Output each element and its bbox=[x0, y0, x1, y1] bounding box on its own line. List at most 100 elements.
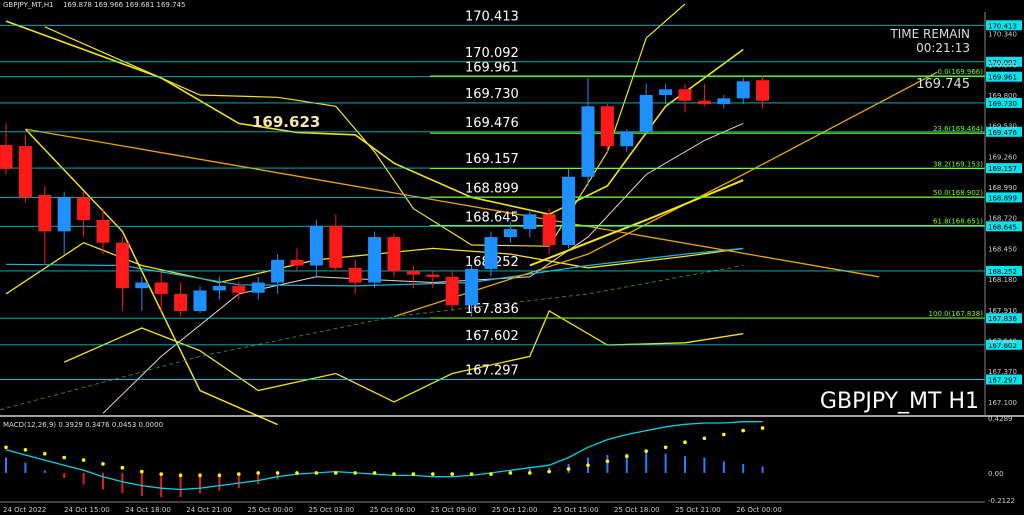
price-level-label: 170.413 bbox=[465, 9, 519, 24]
macd-tick-label: -0.2122 bbox=[988, 497, 1015, 505]
candle-body[interactable] bbox=[348, 267, 362, 283]
current-price-label: 169.745 bbox=[916, 77, 970, 92]
price-tick-label: 167.100 bbox=[988, 399, 1017, 407]
candle-body[interactable] bbox=[193, 290, 207, 312]
candle-body[interactable] bbox=[581, 106, 595, 177]
candle-body[interactable] bbox=[368, 237, 382, 283]
symbol-watermark: GBPJPY_MT H1 bbox=[820, 389, 979, 414]
price-tick-label: 169.530 bbox=[988, 123, 1017, 131]
macd-signal-dot bbox=[23, 448, 28, 452]
candle-body[interactable] bbox=[717, 98, 731, 105]
macd-signal-dot bbox=[198, 473, 202, 478]
macd-signal-dot bbox=[275, 471, 280, 475]
time-tick-label: 25 Oct 09:00 bbox=[431, 506, 477, 514]
time-tick-label: 24 Oct 21:00 bbox=[186, 506, 232, 514]
candle-body[interactable] bbox=[465, 268, 479, 306]
candle-body[interactable] bbox=[77, 197, 91, 220]
time-tick-label: 24 Oct 18:00 bbox=[125, 506, 171, 514]
candle-body[interactable] bbox=[115, 242, 129, 289]
macd-signal-dot bbox=[625, 454, 629, 459]
time-tick-label: 25 Oct 15:00 bbox=[553, 506, 599, 514]
candle-body[interactable] bbox=[697, 100, 711, 105]
macd-signal-dot bbox=[566, 467, 571, 471]
candle-body[interactable] bbox=[18, 146, 32, 198]
macd-signal-dot bbox=[683, 440, 687, 445]
candle-body[interactable] bbox=[271, 259, 285, 283]
fib-level-label: 0.0(169.966) bbox=[937, 68, 983, 76]
macd-signal-dot bbox=[353, 471, 358, 475]
macd-signal-dot bbox=[644, 449, 648, 453]
candle-body[interactable] bbox=[620, 131, 634, 147]
candle-body[interactable] bbox=[174, 293, 188, 311]
candle-body[interactable] bbox=[96, 220, 110, 243]
time-tick-label: 26 Oct 00:00 bbox=[736, 506, 782, 514]
price-level-label: 169.476 bbox=[465, 116, 519, 131]
price-tick-label: 170.340 bbox=[988, 31, 1017, 39]
candle-body[interactable] bbox=[135, 282, 149, 289]
candle-body[interactable] bbox=[232, 285, 246, 293]
candle-body[interactable] bbox=[57, 197, 71, 232]
trading-chart[interactable]: 170.413170.413170.092170.092169.961169.9… bbox=[0, 0, 1024, 515]
time-tick-label: 25 Oct 03:00 bbox=[309, 506, 355, 514]
fib-level-label: 38.2(169.153) bbox=[933, 161, 983, 169]
macd-signal-dot bbox=[62, 455, 66, 460]
time-remain-value: 00:21:13 bbox=[916, 41, 970, 55]
candle-body[interactable] bbox=[756, 80, 770, 101]
candle-body[interactable] bbox=[542, 214, 556, 245]
candle-body[interactable] bbox=[484, 237, 498, 269]
level-price-tag-text: 169.961 bbox=[988, 74, 1017, 82]
candle-body[interactable] bbox=[736, 81, 750, 99]
candle-body[interactable] bbox=[503, 229, 517, 238]
candle-body[interactable] bbox=[38, 195, 52, 232]
candle-body[interactable] bbox=[154, 282, 168, 294]
level-price-tag-text: 169.730 bbox=[988, 100, 1017, 108]
price-level-label: 168.899 bbox=[465, 181, 519, 196]
candle-body[interactable] bbox=[445, 276, 459, 306]
candle-body[interactable] bbox=[600, 106, 614, 147]
time-tick-label: 25 Oct 21:00 bbox=[675, 506, 721, 514]
candle-body[interactable] bbox=[562, 176, 576, 245]
candle-body[interactable] bbox=[523, 214, 537, 230]
macd-signal-dot bbox=[741, 428, 745, 433]
macd-signal-dot bbox=[101, 462, 105, 466]
time-tick-label: 25 Oct 06:00 bbox=[370, 506, 416, 514]
macd-signal-dot bbox=[334, 471, 338, 475]
candle-body[interactable] bbox=[290, 259, 304, 266]
price-level-label: 170.092 bbox=[465, 46, 519, 61]
time-tick-label: 25 Oct 18:00 bbox=[614, 506, 660, 514]
macd-signal-dot bbox=[217, 473, 222, 478]
macd-signal-dot bbox=[178, 473, 183, 478]
macd-signal-dot bbox=[431, 472, 435, 476]
header-ohlc: 169.878 169.966 169.681 169.745 bbox=[63, 1, 185, 9]
candle-body[interactable] bbox=[387, 237, 401, 272]
level-price-tag-text: 169.157 bbox=[988, 165, 1017, 173]
macd-signal-dot bbox=[722, 432, 726, 437]
macd-signal-dot bbox=[411, 472, 416, 476]
macd-signal-dot bbox=[508, 471, 513, 475]
candle-body[interactable] bbox=[678, 89, 692, 101]
macd-label: MACD(12,26,9) 0.3929 0.3476 0.0453 0.000… bbox=[3, 421, 163, 429]
header-symbol: GBPJPY_MT,H1 bbox=[3, 1, 54, 9]
price-tick-label: 168.720 bbox=[988, 215, 1017, 223]
candle-body[interactable] bbox=[426, 274, 440, 277]
macd-signal-dot bbox=[237, 472, 241, 476]
candle-body[interactable] bbox=[251, 282, 265, 293]
macd-signal-dot bbox=[120, 465, 125, 470]
candle-body[interactable] bbox=[0, 145, 13, 169]
macd-signal-dot bbox=[4, 445, 8, 450]
time-tick-label: 25 Oct 12:00 bbox=[492, 506, 538, 514]
candle-body[interactable] bbox=[309, 225, 323, 266]
price-tick-label: 170.070 bbox=[988, 61, 1017, 69]
macd-signal-dot bbox=[586, 463, 590, 468]
candle-body[interactable] bbox=[659, 89, 673, 95]
candle-body[interactable] bbox=[212, 285, 226, 291]
macd-signal-dot bbox=[256, 471, 261, 475]
time-tick-label: 25 Oct 00:00 bbox=[247, 506, 293, 514]
price-tick-label: 167.910 bbox=[988, 307, 1017, 315]
candle-body[interactable] bbox=[329, 225, 343, 268]
candle-body[interactable] bbox=[639, 95, 653, 132]
level-price-tag-text: 167.836 bbox=[988, 315, 1017, 323]
fib-level-label: 100.0(167.838) bbox=[929, 310, 984, 318]
time-remain-label: TIME REMAIN bbox=[889, 27, 970, 41]
candle-body[interactable] bbox=[406, 271, 420, 275]
